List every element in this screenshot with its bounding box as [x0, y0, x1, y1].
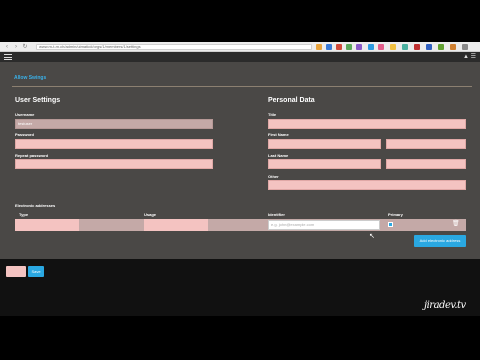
app-frame: ‹ › ↻ www.m-t-m.ch/admin/uimatic#/orgs/1… — [0, 42, 480, 316]
last-name-label: Last Name — [268, 153, 289, 158]
identifier-placeholder: e.g. john@example.com — [271, 222, 315, 227]
electronic-addresses-title: Electronic addresses — [15, 203, 56, 208]
extension-icon[interactable] — [356, 44, 362, 50]
tab-bar: Allow Swings — [12, 73, 472, 87]
extension-icon[interactable] — [426, 44, 432, 50]
url-text: www.m-t-m.ch/admin/uimatic#/orgs/1/membe… — [39, 44, 141, 49]
last-name-extra-field[interactable] — [386, 159, 466, 169]
title-label: Title — [268, 112, 277, 117]
reload-icon[interactable]: ↻ — [22, 44, 28, 50]
address-bar[interactable]: www.m-t-m.ch/admin/uimatic#/orgs/1/membe… — [36, 44, 312, 50]
forward-icon[interactable]: › — [13, 44, 19, 50]
extension-icon[interactable] — [390, 44, 396, 50]
extension-icon[interactable] — [378, 44, 384, 50]
usage-select[interactable] — [144, 219, 208, 231]
delete-icon[interactable]: 🗑 — [452, 220, 460, 227]
user-settings-title: User Settings — [15, 97, 61, 104]
username-value: testuser — [18, 121, 33, 126]
first-name-field[interactable] — [268, 139, 381, 149]
username-label: Username — [15, 112, 35, 117]
personal-data-title: Personal Data — [268, 97, 315, 104]
username-field[interactable]: testuser — [15, 119, 213, 129]
extension-icons — [316, 43, 478, 51]
extension-icon[interactable] — [346, 44, 352, 50]
hamburger-menu-icon[interactable] — [4, 54, 12, 60]
header-icons[interactable]: ▲ ☰ — [463, 53, 476, 61]
extension-icon[interactable] — [326, 44, 332, 50]
app-header: ▲ ☰ — [0, 52, 480, 62]
extension-icon[interactable] — [336, 44, 342, 50]
extension-icon[interactable] — [316, 44, 322, 50]
column-identifier: Identifier — [268, 212, 285, 217]
extension-icon[interactable] — [450, 44, 456, 50]
type-select[interactable] — [15, 219, 79, 231]
primary-checkbox[interactable] — [388, 222, 393, 227]
repeat-password-field[interactable] — [15, 159, 213, 169]
identifier-input[interactable]: e.g. john@example.com — [268, 220, 380, 230]
last-name-field[interactable] — [268, 159, 381, 169]
other-field[interactable] — [268, 180, 466, 190]
back-icon[interactable]: ‹ — [4, 44, 10, 50]
mouse-cursor-icon: ↖ — [369, 233, 375, 240]
save-button[interactable]: Save — [28, 266, 44, 277]
repeat-password-label: Repeat password — [15, 153, 49, 158]
first-name-extra-field[interactable] — [386, 139, 466, 149]
other-label: Other — [268, 174, 279, 179]
address-row: e.g. john@example.com 🗑 — [15, 219, 466, 231]
menu-icon[interactable] — [462, 44, 468, 50]
column-primary: Primary — [388, 212, 403, 217]
cancel-button[interactable] — [6, 266, 26, 277]
first-name-label: First Name — [268, 132, 289, 137]
extension-icon[interactable] — [438, 44, 444, 50]
extension-icon[interactable] — [414, 44, 420, 50]
password-label: Password — [15, 132, 34, 137]
browser-toolbar: ‹ › ↻ www.m-t-m.ch/admin/uimatic#/orgs/1… — [0, 42, 480, 52]
password-field[interactable] — [15, 139, 213, 149]
column-usage: Usage — [144, 212, 157, 217]
watermark: jiradev.tv — [424, 300, 466, 311]
footer-bar — [0, 259, 480, 316]
extension-icon[interactable] — [368, 44, 374, 50]
title-field[interactable] — [268, 119, 466, 129]
extension-icon[interactable] — [402, 44, 408, 50]
add-electronic-address-button[interactable]: Add electronic address — [414, 235, 466, 247]
tab-allow-swings[interactable]: Allow Swings — [14, 75, 46, 81]
column-type: Type — [19, 212, 29, 217]
